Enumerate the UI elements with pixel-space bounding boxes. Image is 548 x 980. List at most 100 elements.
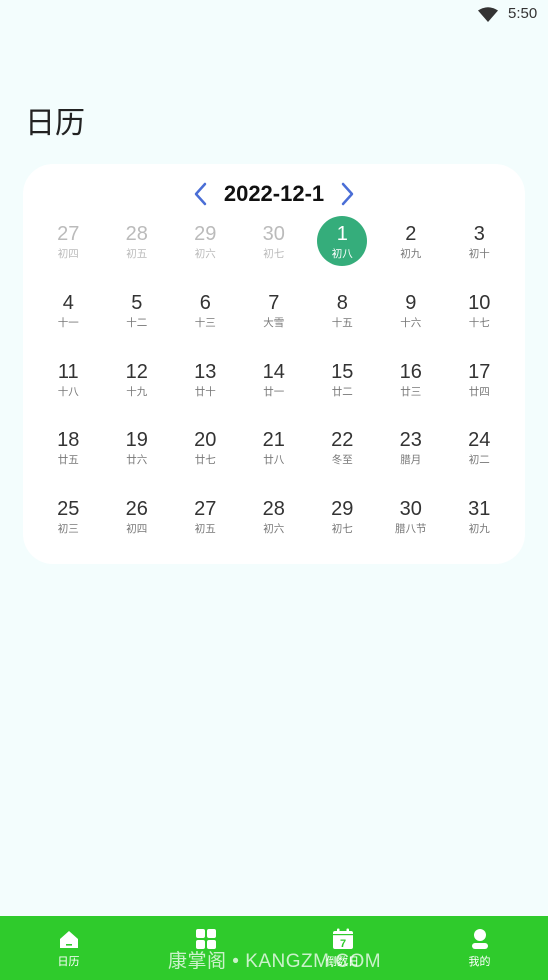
day-cell[interactable]: 28 初六 bbox=[240, 489, 309, 558]
day-cell[interactable]: 31 初九 bbox=[445, 489, 514, 558]
day-number: 27 bbox=[57, 223, 80, 245]
day-lunar-label: 初二 bbox=[468, 454, 490, 467]
day-cell[interactable]: 29 初六 bbox=[171, 214, 240, 283]
day-lunar-label: 初七 bbox=[331, 523, 353, 536]
day-cell[interactable]: 3 初十 bbox=[445, 214, 514, 283]
day-cell[interactable]: 23 腊月 bbox=[377, 420, 446, 489]
day-number: 12 bbox=[125, 360, 148, 383]
day-cell[interactable]: 25 初三 bbox=[34, 489, 103, 558]
day-cell[interactable]: 15 廿二 bbox=[308, 352, 377, 421]
calendar-7-icon: 7 bbox=[332, 928, 353, 950]
day-lunar-label: 廿六 bbox=[126, 454, 148, 467]
day-number: 9 bbox=[405, 291, 417, 314]
day-lunar-label: 十七 bbox=[468, 316, 490, 329]
day-lunar-label: 初八 bbox=[331, 248, 353, 260]
day-number: 6 bbox=[199, 291, 211, 314]
prev-month-button[interactable] bbox=[188, 180, 212, 208]
day-cell[interactable]: 29 初七 bbox=[308, 489, 377, 558]
day-cell[interactable]: 14 廿一 bbox=[240, 352, 309, 421]
day-lunar-label: 初十 bbox=[468, 248, 490, 260]
nav-item-tools[interactable] bbox=[137, 916, 274, 980]
day-lunar-label: 十三 bbox=[194, 316, 216, 329]
day-cell[interactable]: 30 腊八节 bbox=[377, 489, 446, 558]
day-cell[interactable]: 18 廿五 bbox=[34, 420, 103, 489]
chevron-right-icon bbox=[341, 182, 354, 206]
day-cell[interactable]: 16 廿三 bbox=[377, 352, 446, 421]
day-lunar-label: 廿八 bbox=[263, 454, 285, 467]
day-lunar-label: 初六 bbox=[263, 523, 285, 536]
home-icon bbox=[59, 931, 78, 948]
day-lunar-label: 大雪 bbox=[263, 316, 285, 329]
day-cell[interactable]: 6 十三 bbox=[171, 283, 240, 352]
day-lunar-label: 腊八节 bbox=[395, 523, 427, 536]
day-cell[interactable]: 10 十七 bbox=[445, 283, 514, 352]
day-number: 3 bbox=[473, 223, 485, 245]
day-lunar-label: 初四 bbox=[126, 523, 148, 536]
nav-item-countdown[interactable]: 7 倒数日 bbox=[274, 916, 411, 980]
day-cell[interactable]: 2 初九 bbox=[377, 214, 446, 283]
day-lunar-label: 初四 bbox=[57, 248, 79, 260]
day-lunar-label: 廿一 bbox=[263, 385, 285, 398]
day-number: 15 bbox=[331, 360, 354, 383]
calendar-grid: 27 初四 28 初五 29 初六 30 初七 1 初八 2 初九 3 初十 4 十一 5 十二 6 十三 7 大雪 8 十五… bbox=[34, 214, 514, 558]
chevron-left-icon bbox=[194, 182, 207, 206]
day-cell[interactable]: 30 初七 bbox=[240, 214, 309, 283]
day-number: 22 bbox=[331, 429, 354, 452]
day-cell[interactable]: 5 十二 bbox=[103, 283, 172, 352]
day-number: 18 bbox=[57, 429, 80, 452]
grid-icon bbox=[195, 929, 216, 949]
day-cell[interactable]: 22 冬至 bbox=[308, 420, 377, 489]
nav-label-mine: 我的 bbox=[468, 955, 491, 968]
day-cell[interactable]: 7 大雪 bbox=[240, 283, 309, 352]
day-number: 27 bbox=[194, 498, 217, 521]
day-cell[interactable]: 19 廿六 bbox=[103, 420, 172, 489]
day-lunar-label: 初九 bbox=[468, 523, 490, 536]
day-cell[interactable]: 9 十六 bbox=[377, 283, 446, 352]
day-number: 31 bbox=[468, 498, 491, 521]
day-cell[interactable]: 12 十九 bbox=[103, 352, 172, 421]
day-number: 30 bbox=[262, 223, 285, 245]
day-lunar-label: 初五 bbox=[194, 523, 216, 536]
day-lunar-label: 初六 bbox=[194, 248, 216, 260]
day-number: 21 bbox=[262, 429, 285, 452]
day-number: 2 bbox=[405, 223, 417, 245]
calendar-card: 2022-12-1 27 初四 28 初五 29 初六 30 初七 1 初八 2 初九 3 初十 4 十一 5 十… bbox=[23, 164, 525, 564]
nav-label-calendar: 日历 bbox=[57, 955, 80, 968]
day-cell[interactable]: 20 廿七 bbox=[171, 420, 240, 489]
day-number: 23 bbox=[399, 429, 422, 452]
day-cell[interactable]: 11 十八 bbox=[34, 352, 103, 421]
nav-item-calendar[interactable]: 日历 bbox=[0, 916, 137, 980]
day-cell[interactable]: 4 十一 bbox=[34, 283, 103, 352]
day-lunar-label: 廿七 bbox=[194, 454, 216, 467]
day-cell[interactable]: 27 初五 bbox=[171, 489, 240, 558]
day-number: 30 bbox=[399, 498, 422, 521]
day-lunar-label: 十一 bbox=[57, 316, 79, 329]
day-cell[interactable]: 17 廿四 bbox=[445, 352, 514, 421]
day-lunar-label: 初七 bbox=[263, 248, 285, 260]
day-number: 5 bbox=[131, 291, 143, 314]
day-cell[interactable]: 28 初五 bbox=[103, 214, 172, 283]
day-number: 4 bbox=[62, 291, 74, 314]
day-number: 11 bbox=[57, 360, 79, 383]
day-cell[interactable]: 26 初四 bbox=[103, 489, 172, 558]
day-lunar-label: 十八 bbox=[57, 385, 79, 398]
day-lunar-label: 廿三 bbox=[400, 385, 422, 398]
day-lunar-label: 廿二 bbox=[331, 385, 353, 398]
day-cell[interactable]: 27 初四 bbox=[34, 214, 103, 283]
day-cell[interactable]: 13 廿十 bbox=[171, 352, 240, 421]
next-month-button[interactable] bbox=[336, 180, 360, 208]
nav-item-mine[interactable]: 我的 bbox=[411, 916, 548, 980]
day-cell-selected[interactable]: 1 初八 bbox=[308, 214, 377, 283]
status-time: 5:50 bbox=[508, 5, 538, 22]
bottom-nav: 日历 7 倒数日 我的 bbox=[0, 916, 548, 980]
day-lunar-label: 廿五 bbox=[57, 454, 79, 467]
day-lunar-label: 初五 bbox=[126, 248, 148, 260]
day-lunar-label: 腊月 bbox=[400, 454, 422, 467]
day-number: 1 bbox=[336, 223, 348, 245]
calendar-header: 2022-12-1 bbox=[23, 178, 525, 210]
day-lunar-label: 十五 bbox=[331, 316, 353, 329]
day-cell[interactable]: 24 初二 bbox=[445, 420, 514, 489]
day-cell[interactable]: 21 廿八 bbox=[240, 420, 309, 489]
day-cell[interactable]: 8 十五 bbox=[308, 283, 377, 352]
person-icon bbox=[471, 929, 488, 949]
